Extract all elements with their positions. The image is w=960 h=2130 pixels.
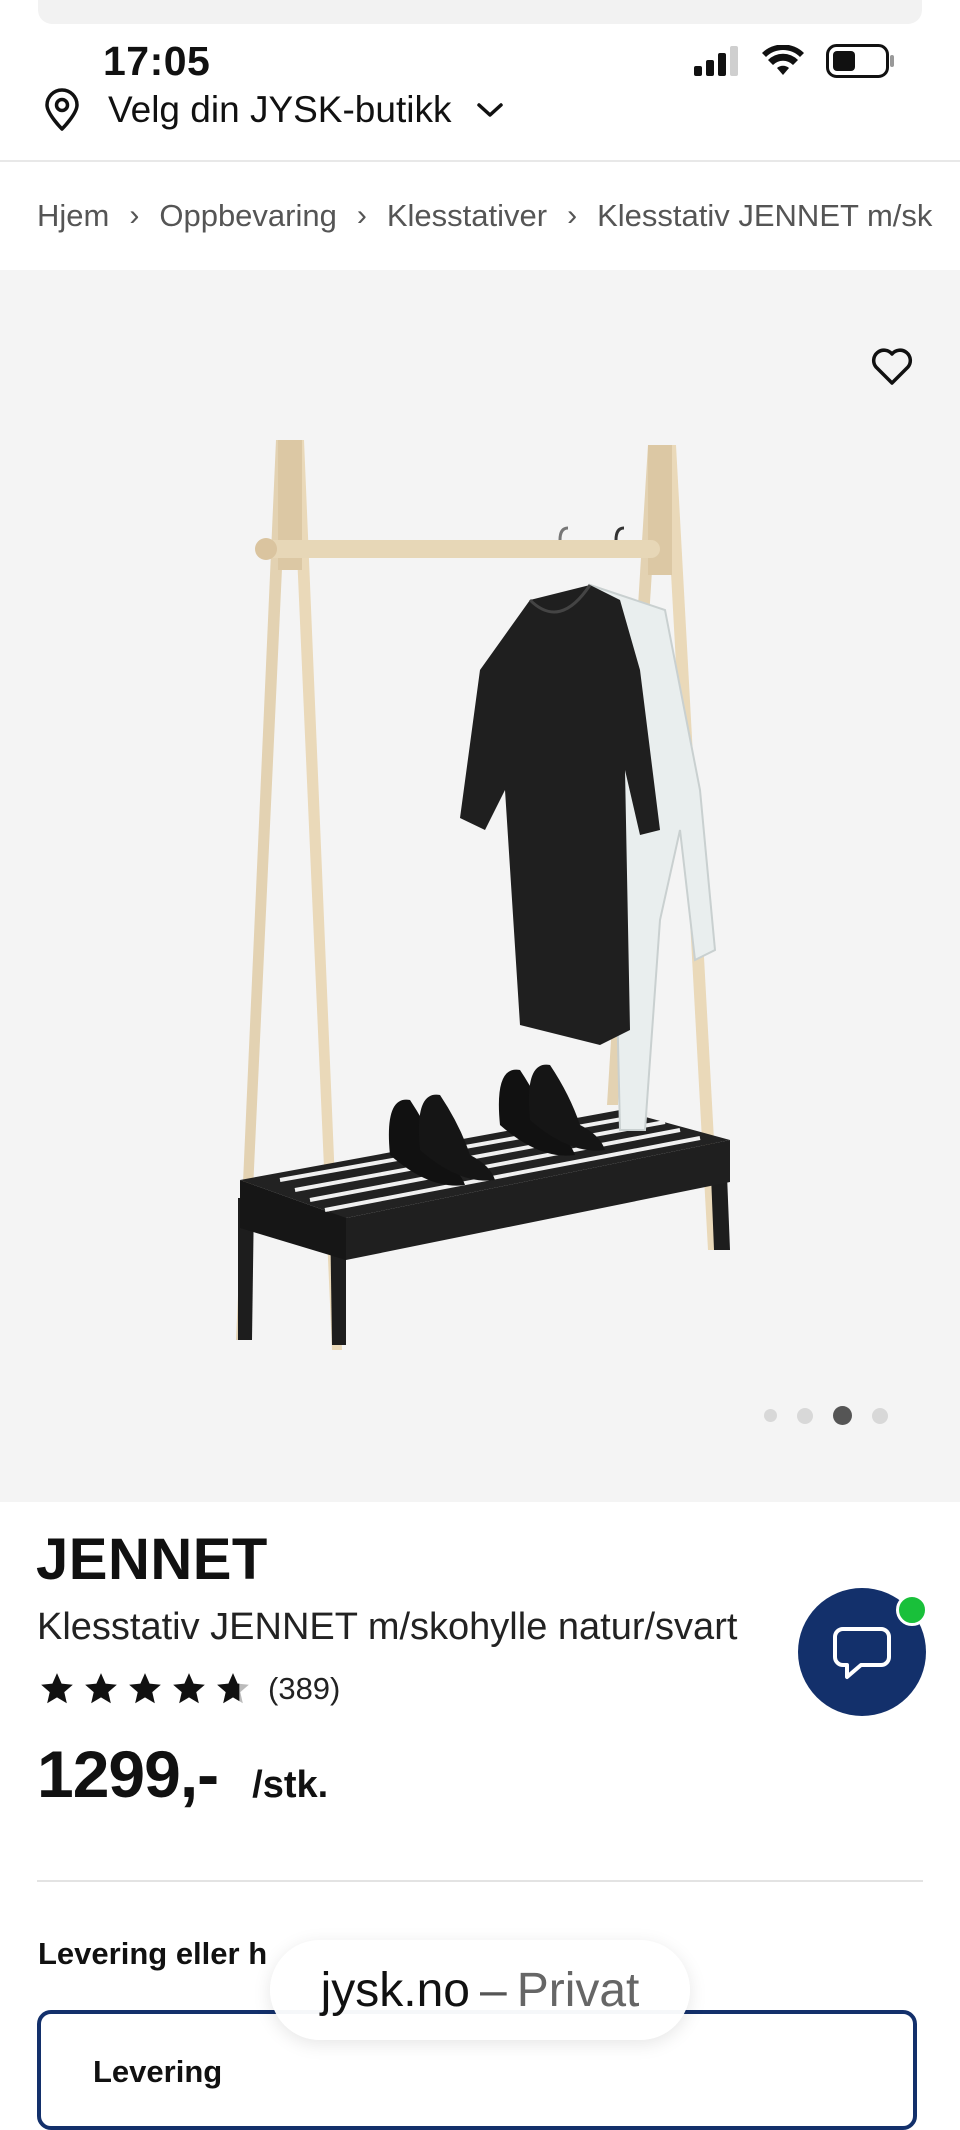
url-host: jysk.no [320,1963,470,2017]
browser-top-bar [38,0,922,24]
star-icon [85,1673,117,1704]
breadcrumb-separator-icon: › [129,199,140,232]
product-name: Klesstativ JENNET m/skohylle natur/svart [37,1606,738,1648]
chat-online-indicator [896,1594,928,1626]
product-price: 1299,- /stk. [37,1736,328,1812]
status-icons [694,44,896,78]
gallery-dot[interactable] [797,1407,813,1424]
battery-icon [826,44,894,78]
star-icon [41,1673,73,1704]
wifi-icon [762,45,804,75]
gallery-dot-active[interactable] [833,1406,852,1425]
product-image-gallery[interactable] [0,270,960,1502]
breadcrumb-item-current[interactable]: Klesstativ JENNET m/sk [597,198,932,234]
chevron-down-icon [477,103,504,117]
gallery-dot[interactable] [764,1409,777,1422]
browser-address-bar[interactable]: jysk.no – Privat [270,1940,690,2040]
product-image [236,440,730,1350]
breadcrumb-separator-icon: › [356,199,367,232]
breadcrumb-separator-icon: › [567,199,578,232]
location-pin-icon [45,88,79,131]
delivery-option-label: Levering [93,2054,223,2089]
gallery-dot[interactable] [872,1407,888,1424]
product-rating[interactable]: (389) [38,1670,340,1708]
breadcrumb-item-hjem[interactable]: Hjem [37,198,109,234]
chat-bubble-icon [833,1627,891,1679]
product-brand: JENNET [36,1527,268,1592]
url-separator: – [479,1963,507,2017]
star-icon [129,1673,161,1704]
gallery-pagination [764,1406,888,1425]
star-half-icon [217,1673,249,1704]
heart-outline-icon[interactable] [868,342,916,390]
browsing-mode: Privat [516,1963,640,2017]
price-amount: 1299,- [37,1737,219,1811]
status-time: 17:05 [103,38,211,84]
cellular-signal-icon [694,46,738,76]
header-divider [0,160,960,162]
store-selector[interactable]: Velg din JYSK-butikk [40,86,505,134]
section-divider [37,1880,923,1882]
rating-stars [38,1670,252,1708]
breadcrumb-item-klesstativer[interactable]: Klesstativer [387,198,547,234]
price-unit: /stk. [252,1764,329,1806]
chat-button[interactable] [798,1588,928,1716]
breadcrumb-item-oppbevaring[interactable]: Oppbevaring [159,198,337,234]
breadcrumb: Hjem › Oppbevaring › Klesstativer › Kles… [37,196,932,236]
star-icon [173,1673,205,1704]
review-count: (389) [268,1671,341,1706]
store-selector-label: Velg din JYSK-butikk [108,89,452,130]
delivery-heading: Levering eller h [38,1936,268,1971]
